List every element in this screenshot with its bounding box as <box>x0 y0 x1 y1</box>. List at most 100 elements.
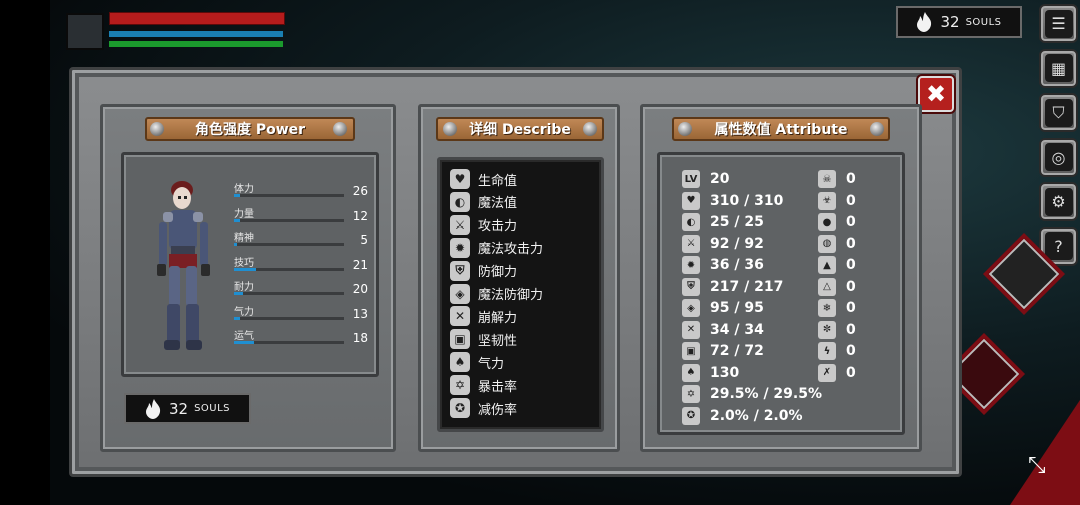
stat-value: 5 <box>360 233 368 247</box>
close-icon: ✖ <box>925 80 947 108</box>
describe-row: ♠ 气力 <box>450 352 504 373</box>
resistance-row: ✗ 0 <box>818 363 856 382</box>
souls-value: 32 <box>168 399 189 418</box>
hud-souls-counter: 32 SOULS <box>896 6 1022 38</box>
health-bar <box>109 12 285 25</box>
stat-row: 气力 13 <box>234 303 368 327</box>
describe-label: 魔法攻击力 <box>478 242 544 258</box>
heart-icon: ♥ <box>450 169 470 189</box>
bolt-icon <box>583 122 597 136</box>
magic-attack-icon: ✹ <box>450 237 470 258</box>
attribute-value: 20 <box>710 171 730 187</box>
resistance-value: 0 <box>846 235 856 252</box>
attribute-row: ✪ 2.0% / 2.0% <box>682 406 803 425</box>
resistance-row: △ 0 <box>818 277 856 296</box>
player-portrait[interactable] <box>66 13 104 50</box>
reduction-icon: ✪ <box>450 398 470 418</box>
bleed-icon: ◍ <box>818 234 836 253</box>
stat-bar-fill <box>234 341 254 344</box>
describe-label: 崩解力 <box>478 310 518 326</box>
describe-row: ⛨ 防御力 <box>450 260 517 281</box>
skull-icon: ☠ <box>818 170 836 188</box>
attribute-value: 36 / 36 <box>710 257 764 273</box>
resistance-value: 0 <box>846 278 856 295</box>
list-menu-button[interactable]: ☰ <box>1039 4 1078 43</box>
crit-icon: ✡ <box>450 375 470 396</box>
resistance-row: ϟ0 <box>818 342 856 360</box>
poison-icon: ☣ <box>818 191 836 210</box>
resistance-value: 0 <box>846 364 856 381</box>
resize-icon: ⤡ <box>1028 453 1046 478</box>
helmet-icon: ◐ <box>682 213 700 231</box>
attribute-row: ✡ 29.5% / 29.5% <box>682 385 822 403</box>
describe-row: ▣ 坚韧性 <box>450 329 517 350</box>
lungs-icon: ♠ <box>682 363 700 382</box>
resistance-row: ✼ 0 <box>818 320 856 339</box>
attribute-row: ▣ 72 / 72 <box>682 342 764 360</box>
inventory-icon: ▦ <box>1044 54 1073 82</box>
describe-row: ◈ 魔法防御力 <box>450 283 543 304</box>
attribute-value: 34 / 34 <box>710 321 764 338</box>
stat-row: 精神 5 <box>234 229 368 253</box>
stat-label: 精神 <box>234 233 254 244</box>
gear-menu-button[interactable]: ⚙ <box>1039 182 1078 221</box>
water-drop-icon: ● <box>818 213 836 231</box>
describe-label: 暴击率 <box>478 379 518 395</box>
attribute-value: 29.5% / 29.5% <box>710 386 822 402</box>
resistance-row: ◍ 0 <box>818 234 856 253</box>
describe-row: ✕ 崩解力 <box>450 306 518 327</box>
armor-icon: ⛉ <box>1044 98 1073 127</box>
describe-row: ◐ 魔法值 <box>450 191 517 212</box>
attribute-value: 25 / 25 <box>710 214 764 230</box>
resistance-value: 0 <box>846 343 856 359</box>
stat-value: 18 <box>352 331 368 345</box>
attribute-row: ✕ 34 / 34 <box>682 320 764 339</box>
stat-row: 力量 12 <box>234 205 368 229</box>
attribute-row: ◈ 95 / 95 <box>682 299 764 317</box>
resistance-row: ☣ 0 <box>818 191 856 210</box>
skill-menu-button[interactable]: ◎ <box>1039 137 1078 177</box>
attribute-row: ♥ 310 / 310 <box>682 191 784 210</box>
stat-row: 体力 26 <box>234 180 368 204</box>
describe-row: ⚔ 攻击力 <box>450 214 518 235</box>
inventory-menu-button[interactable]: ▦ <box>1039 48 1078 88</box>
sword-icon: ⚔ <box>450 214 470 235</box>
close-button[interactable]: ✖ <box>918 76 954 112</box>
describe-label: 攻击力 <box>478 219 518 235</box>
stat-bar <box>234 292 344 295</box>
stat-row: 耐力 20 <box>234 278 368 302</box>
resistance-value: 0 <box>846 192 856 209</box>
break-icon: ✕ <box>450 306 470 327</box>
resistance-value: 0 <box>846 321 856 338</box>
stat-label: 力量 <box>234 208 254 220</box>
lungs-icon: ♠ <box>450 352 470 373</box>
attribute-value: 72 / 72 <box>710 343 764 359</box>
attribute-value: 92 / 92 <box>710 235 764 252</box>
stat-label: 气力 <box>234 306 254 318</box>
fire-icon: ▲ <box>818 256 836 274</box>
stat-bar-fill <box>234 218 240 222</box>
resistance-row: ☠ 0 <box>818 170 856 188</box>
stat-value: 20 <box>352 282 368 296</box>
bolt-icon <box>443 122 457 136</box>
describe-row: ✪ 减伤率 <box>450 398 517 418</box>
resistance-row: ● 0 <box>818 213 856 231</box>
describe-title: 详细 Describe <box>436 117 604 141</box>
stat-bar <box>234 243 344 246</box>
describe-row: ✹ 魔法攻击力 <box>450 237 544 258</box>
armor-menu-button[interactable]: ⛉ <box>1039 93 1078 132</box>
resize-button[interactable]: ⤡ <box>1028 453 1070 495</box>
magic-shield-icon: ◈ <box>450 283 470 304</box>
skill-icon: ◎ <box>1044 143 1073 171</box>
fire-resist-icon: △ <box>818 277 836 296</box>
heart-icon: ♥ <box>682 191 700 210</box>
attribute-value: 310 / 310 <box>710 192 784 209</box>
stat-label: 运气 <box>234 331 254 342</box>
magic-attack-icon: ✹ <box>682 256 700 274</box>
attribute-row: ◐ 25 / 25 <box>682 213 764 231</box>
attribute-row: ✹ 36 / 36 <box>682 256 764 274</box>
describe-row: ✡ 暴击率 <box>450 375 518 396</box>
attribute-value: 95 / 95 <box>710 300 764 316</box>
stat-label: 技巧 <box>234 257 254 269</box>
bolt-icon <box>150 122 164 136</box>
